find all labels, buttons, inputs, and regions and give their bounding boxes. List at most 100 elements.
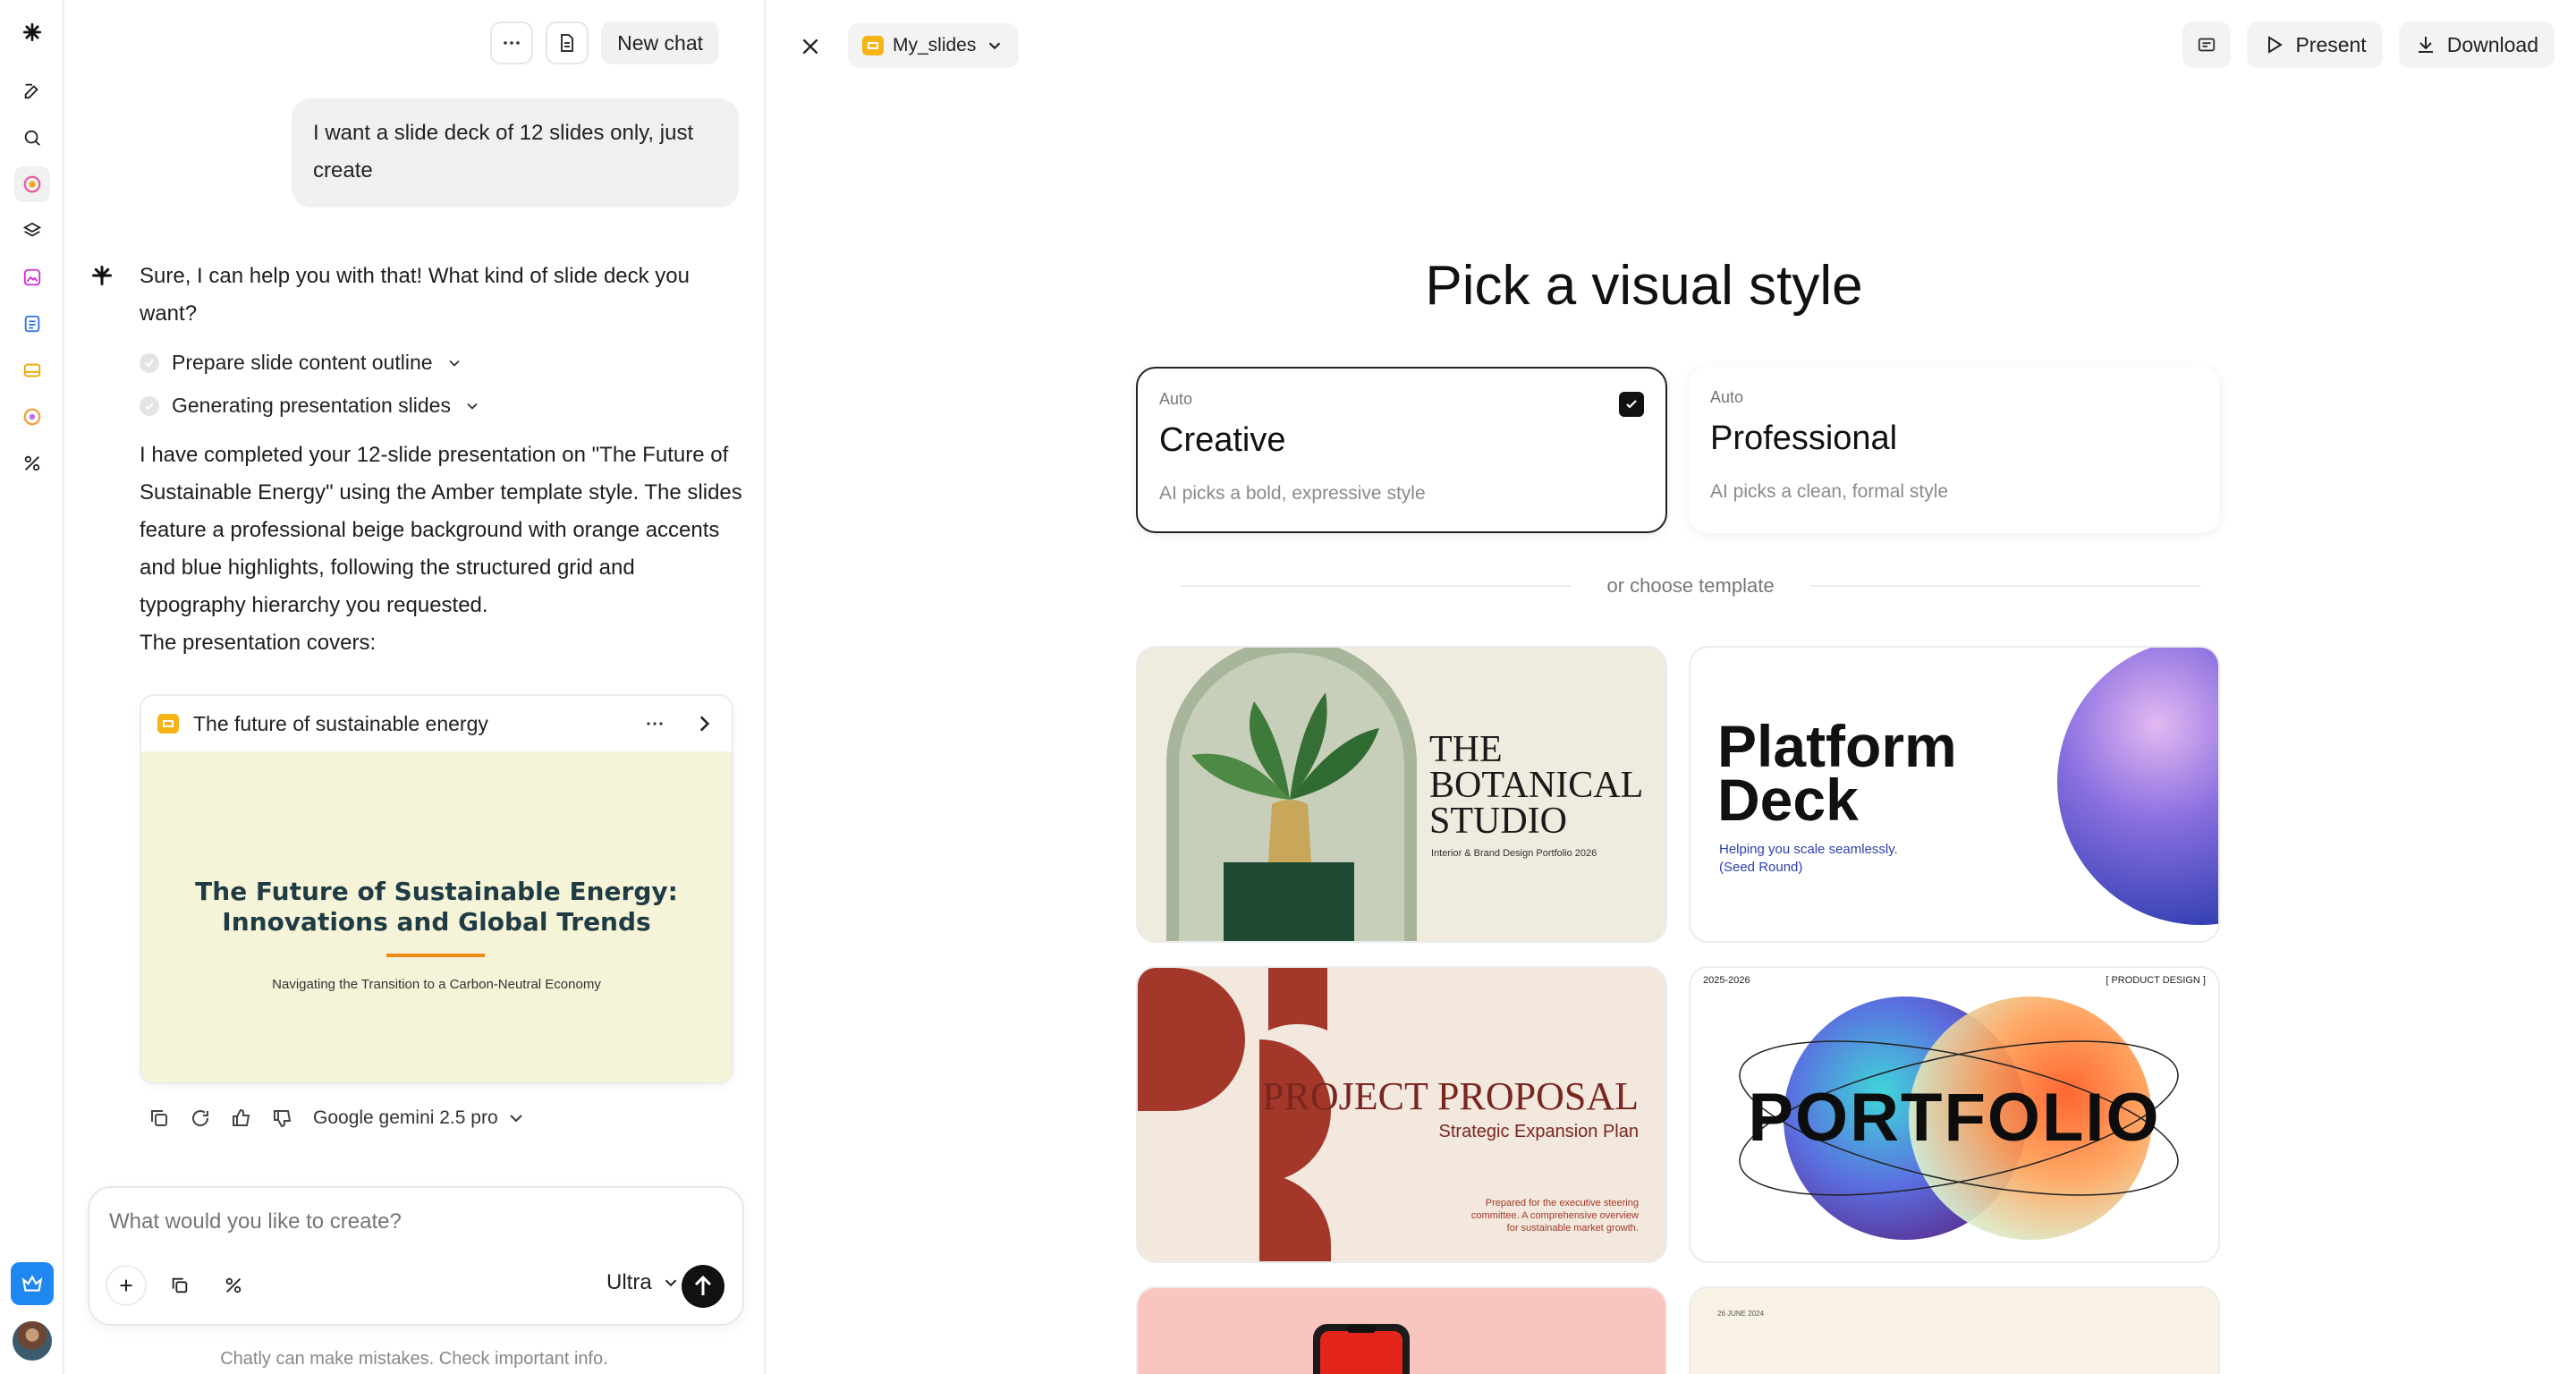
layout-icon (2199, 38, 2216, 52)
agents-icon[interactable] (14, 166, 50, 202)
model-selector[interactable]: Google gemini 2.5 pro (313, 1107, 527, 1129)
mode-selector[interactable]: Ultra (606, 1270, 681, 1295)
platform-title: Platform Deck (1717, 713, 1957, 833)
assistant-covers: The presentation covers: (140, 631, 377, 655)
chevron-down-icon (989, 42, 1001, 50)
botanical-title-line-3: STUDIO (1429, 801, 1567, 842)
close-icon (802, 38, 818, 55)
file-name-selector[interactable]: My_slides (848, 23, 1020, 68)
platform-title-line-1: Platform (1717, 713, 1957, 779)
logo-icon[interactable] (14, 14, 50, 50)
botanical-subtitle: Interior & Brand Design Portfolio 2026 (1431, 848, 1597, 859)
download-icon (2418, 37, 2433, 53)
proposal-note: Prepared for the executive steering comm… (1471, 1197, 1639, 1234)
template-divider: or choose template (1181, 574, 2201, 598)
send-button[interactable] (682, 1265, 724, 1308)
present-button[interactable]: Present (2247, 21, 2383, 68)
presentation-card[interactable]: The future of sustainable energy The Fut… (140, 694, 733, 1084)
copy-icon (172, 1277, 188, 1293)
style-card-professional[interactable]: Auto Professional AI picks a clean, form… (1689, 367, 2220, 533)
image-icon[interactable] (14, 259, 50, 295)
proposal-note-line-3: for sustainable market growth. (1506, 1223, 1639, 1234)
template-project-proposal[interactable]: PROJECT PROPOSAL Strategic Expansion Pla… (1136, 966, 1667, 1263)
template-portfolio[interactable]: 2025-2026 [ PRODUCT DESIGN ] PORTFOLIO (1689, 966, 2220, 1263)
tools-button[interactable] (213, 1265, 254, 1306)
document-icon (561, 34, 574, 52)
add-attachment-button[interactable] (106, 1265, 147, 1306)
template-platform-deck[interactable]: Platform Deck Helping you scale seamless… (1689, 646, 2220, 943)
more-icon (504, 41, 520, 45)
proposal-title: PROJECT PROPOSAL (1262, 1074, 1639, 1118)
more-options-button[interactable] (490, 21, 534, 64)
platform-subtitle-line-2: (Seed Round) (1719, 860, 1803, 875)
slide-title: The Future of Sustainable Energy: Innova… (141, 877, 732, 937)
phone-artwork (1313, 1324, 1410, 1374)
document-button[interactable] (546, 21, 589, 64)
assistant-logo-icon (92, 266, 112, 285)
thumbs-down-icon[interactable] (272, 1107, 293, 1129)
chevron-down-icon (467, 403, 478, 410)
portfolio-tag: [ PRODUCT DESIGN ] (2106, 975, 2206, 986)
message-actions: Google gemini 2.5 pro (148, 1107, 527, 1129)
prompt-input[interactable] (109, 1209, 646, 1234)
regenerate-icon[interactable] (190, 1107, 211, 1129)
chat-toolbar: New chat (490, 21, 719, 64)
icon-rail (0, 0, 64, 1374)
style-caption: Auto (1159, 390, 1193, 408)
page-title: Pick a visual style (1425, 255, 1863, 317)
download-button[interactable]: Download (2398, 21, 2555, 68)
assistant-result: I have completed your 12-slide presentat… (140, 443, 742, 617)
slide-accent-line (386, 954, 485, 957)
platform-subtitle-line-1: Helping you scale seamlessly. (1719, 842, 1898, 857)
botanical-title-line-2: BOTANICAL (1429, 765, 1644, 806)
tools-icon[interactable] (14, 445, 50, 481)
docs-icon[interactable] (14, 306, 50, 342)
portfolio-title: PORTFOLIO (1748, 1080, 2161, 1156)
step-label: Generating presentation slides (172, 394, 451, 417)
edit-icon[interactable] (14, 73, 50, 109)
new-chat-button[interactable]: New chat (601, 21, 719, 64)
slide-title-line-2: Innovations and Global Trends (222, 907, 651, 937)
avatar[interactable] (13, 1321, 52, 1361)
view-toggle-button[interactable] (2182, 21, 2232, 68)
checkbox-checked-icon[interactable] (1619, 392, 1644, 417)
search-icon[interactable] (14, 120, 50, 156)
proposal-note-line-2: committee. A comprehensive overview (1470, 1210, 1639, 1221)
style-name: Professional (1710, 420, 1898, 457)
layers-icon[interactable] (14, 213, 50, 249)
step-outline[interactable]: Prepare slide content outline (140, 351, 463, 375)
step-status-icon (140, 395, 159, 416)
upgrade-crown-button[interactable] (11, 1262, 54, 1305)
slides-icon (157, 714, 179, 734)
template-date: 26 JUNE 2024 (1717, 1310, 1765, 1318)
chevron-down-icon (665, 1279, 676, 1287)
botanical-title-line-1: THE (1429, 729, 1503, 770)
library-button[interactable] (159, 1265, 200, 1306)
tools-icon (225, 1277, 242, 1293)
divider-label: or choose template (1606, 574, 1775, 597)
close-button[interactable] (792, 29, 828, 64)
template-botanical-studio[interactable]: THE BOTANICAL STUDIO Interior & Brand De… (1136, 646, 1667, 943)
palette-icon[interactable] (14, 399, 50, 435)
style-caption: Auto (1710, 388, 1744, 406)
copy-icon[interactable] (148, 1107, 170, 1129)
composer: Ultra (88, 1186, 744, 1326)
proposal-note-line-1: Prepared for the executive steering (1485, 1198, 1639, 1209)
step-label: Prepare slide content outline (172, 351, 433, 374)
slide-subtitle: Navigating the Transition to a Carbon-Ne… (272, 977, 601, 992)
step-generating[interactable]: Generating presentation slides (140, 394, 481, 418)
slides-canvas: My_slides Present Download Pick a visual… (766, 0, 2576, 1374)
present-label: Present (2295, 32, 2367, 56)
slides-icon[interactable] (14, 352, 50, 388)
more-icon[interactable] (644, 713, 665, 734)
assistant-intro: Sure, I can help you with that! What kin… (140, 264, 690, 326)
canvas-toolbar: Present Download (2182, 21, 2555, 68)
platform-title-line-2: Deck (1717, 767, 1859, 833)
botanical-title: THE BOTANICAL STUDIO (1429, 729, 1644, 842)
chevron-right-icon[interactable] (692, 712, 716, 735)
template-dated-cream[interactable]: 26 JUNE 2024 (1689, 1286, 2220, 1374)
thumbs-up-icon[interactable] (231, 1107, 252, 1129)
slide-preview: The Future of Sustainable Energy: Innova… (141, 751, 732, 1082)
template-mobile-app[interactable] (1136, 1286, 1667, 1374)
style-card-creative[interactable]: Auto Creative AI picks a bold, expressiv… (1136, 367, 1667, 533)
